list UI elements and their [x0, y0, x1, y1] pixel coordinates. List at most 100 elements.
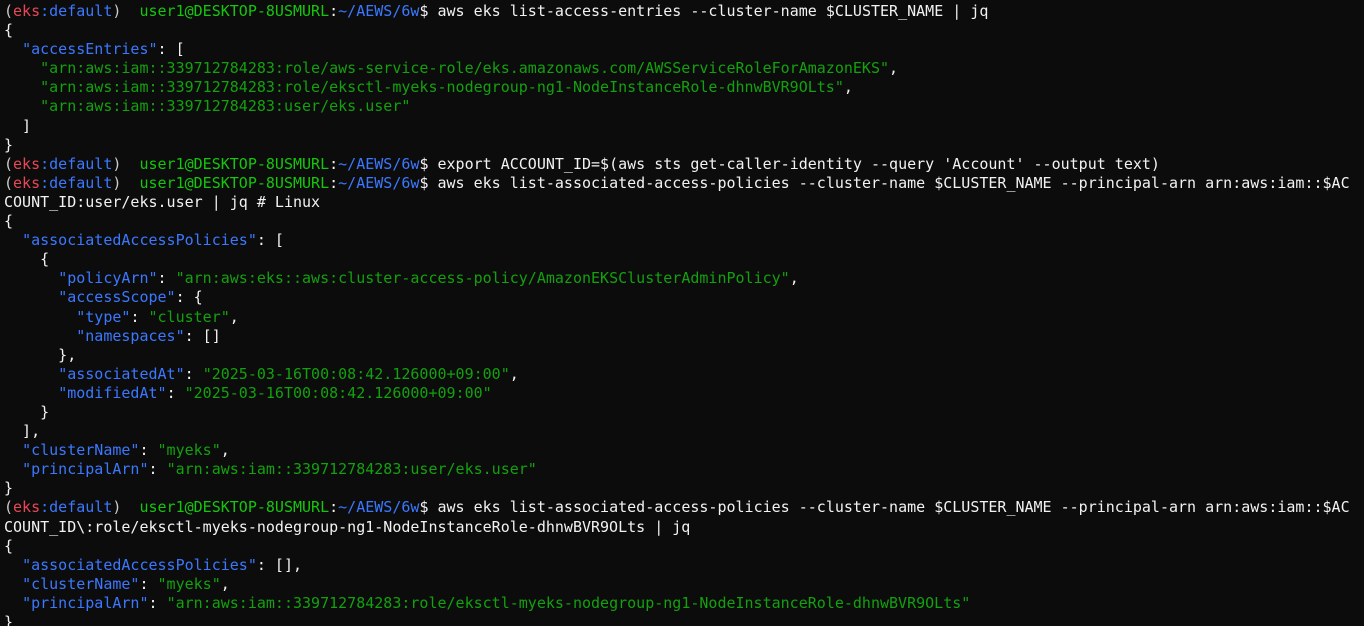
- prompt-user-host: user1@DESKTOP-8USMURL: [139, 173, 330, 192]
- json-punctuation: ],: [4, 422, 41, 441]
- json-string-value: "arn:aws:iam::339712784283:role/eksctl-m…: [40, 78, 844, 97]
- prompt-path: ~/AEWS/6w: [338, 2, 420, 20]
- json-key: "policyArn": [58, 269, 158, 288]
- prompt-paren: ): [112, 173, 140, 192]
- json-punctuation: :: [184, 364, 203, 383]
- json-punctuation: [4, 97, 40, 115]
- output-line: "namespaces": []: [4, 327, 1364, 346]
- json-key: "accessEntries": [22, 40, 158, 59]
- json-punctuation: : [: [157, 40, 185, 59]
- json-key: "type": [76, 307, 131, 326]
- command-text: export ACCOUNT_ID=$(aws sts get-caller-i…: [437, 154, 1160, 173]
- prompt-paren: ): [112, 154, 140, 173]
- output-line: ]: [4, 117, 1364, 136]
- json-punctuation: ,: [889, 59, 899, 78]
- json-punctuation: : []: [184, 326, 221, 345]
- json-punctuation: : [: [256, 231, 284, 250]
- json-punctuation: [4, 556, 22, 574]
- json-punctuation: {: [4, 536, 14, 555]
- json-string-value: "cluster": [148, 307, 230, 326]
- output-line: "accessScope": {: [4, 288, 1364, 307]
- json-punctuation: [4, 231, 22, 249]
- json-string-value: "arn:aws:iam::339712784283:role/aws-serv…: [40, 59, 890, 78]
- prompt-env: eks: [13, 154, 41, 173]
- prompt-line: (eks:default) user1@DESKTOP-8USMURL:~/AE…: [4, 174, 1364, 193]
- prompt-symbol: $: [419, 498, 438, 517]
- json-punctuation: :: [139, 441, 158, 460]
- output-line: "arn:aws:iam::339712784283:user/eks.user…: [4, 97, 1364, 116]
- json-punctuation: [4, 365, 58, 383]
- json-punctuation: : [],: [256, 555, 303, 574]
- prompt-symbol: $: [419, 2, 438, 20]
- prompt-separator: :: [329, 498, 339, 517]
- prompt-env: eks: [13, 498, 41, 517]
- output-line: {: [4, 212, 1364, 231]
- json-punctuation: {: [4, 212, 14, 231]
- json-key: "associatedAt": [58, 364, 185, 383]
- prompt-line: (eks:default) user1@DESKTOP-8USMURL:~/AE…: [4, 2, 1364, 21]
- json-punctuation: }: [4, 613, 14, 626]
- terminal-window[interactable]: (eks:default) user1@DESKTOP-8USMURL:~/AE…: [0, 0, 1364, 626]
- json-punctuation: ,: [789, 269, 799, 288]
- json-punctuation: :: [139, 574, 158, 593]
- output-line: "arn:aws:iam::339712784283:role/eksctl-m…: [4, 78, 1364, 97]
- prompt-line: (eks:default) user1@DESKTOP-8USMURL:~/AE…: [4, 498, 1364, 517]
- output-line: "clusterName": "myeks",: [4, 441, 1364, 460]
- prompt-path: ~/AEWS/6w: [338, 173, 420, 192]
- prompt-symbol: $: [419, 173, 438, 192]
- json-punctuation: ,: [229, 307, 239, 326]
- output-line: "principalArn": "arn:aws:iam::3397127842…: [4, 594, 1364, 613]
- json-punctuation: [4, 269, 58, 287]
- json-punctuation: [4, 59, 40, 77]
- json-key: "principalArn": [22, 460, 149, 479]
- json-key: "accessScope": [58, 288, 176, 307]
- json-punctuation: :: [166, 383, 185, 402]
- json-punctuation: }: [4, 479, 14, 498]
- prompt-path: ~/AEWS/6w: [338, 498, 420, 517]
- output-line: "type": "cluster",: [4, 308, 1364, 327]
- output-line: {: [4, 250, 1364, 269]
- json-punctuation: COUNT_ID:user/eks.user | jq # Linux: [4, 192, 321, 211]
- prompt-separator: :: [329, 2, 339, 20]
- json-string-value: "arn:aws:iam::339712784283:user/eks.user…: [166, 460, 537, 479]
- output-line: "accessEntries": [: [4, 40, 1364, 59]
- output-line: "arn:aws:iam::339712784283:role/aws-serv…: [4, 59, 1364, 78]
- json-punctuation: [4, 384, 58, 402]
- json-punctuation: ]: [4, 116, 32, 135]
- prompt-user-host: user1@DESKTOP-8USMURL: [139, 2, 330, 20]
- output-line: "principalArn": "arn:aws:iam::3397127842…: [4, 460, 1364, 479]
- prompt-env-name: :default: [40, 2, 113, 20]
- prompt-path: ~/AEWS/6w: [338, 154, 420, 173]
- json-string-value: "2025-03-16T00:08:42.126000+09:00": [202, 364, 510, 383]
- prompt-paren: (: [4, 498, 14, 517]
- json-punctuation: ,: [843, 78, 853, 97]
- json-key: "principalArn": [22, 593, 149, 612]
- output-line: "associatedAt": "2025-03-16T00:08:42.126…: [4, 365, 1364, 384]
- json-key: "modifiedAt": [58, 383, 167, 402]
- output-line: COUNT_ID:user/eks.user | jq # Linux: [4, 193, 1364, 212]
- json-punctuation: [4, 594, 22, 612]
- json-key: "clusterName": [22, 574, 140, 593]
- command-text: aws eks list-access-entries --cluster-na…: [437, 2, 989, 20]
- prompt-user-host: user1@DESKTOP-8USMURL: [139, 154, 330, 173]
- json-punctuation: COUNT_ID\:role/eksctl-myeks-nodegroup-ng…: [4, 517, 691, 536]
- json-string-value: "arn:aws:eks::aws:cluster-access-policy/…: [175, 269, 790, 288]
- json-string-value: "2025-03-16T00:08:42.126000+09:00": [184, 383, 492, 402]
- json-key: "namespaces": [76, 326, 185, 345]
- json-punctuation: : {: [175, 288, 203, 307]
- json-punctuation: ,: [220, 574, 230, 593]
- json-punctuation: :: [130, 307, 149, 326]
- json-punctuation: [4, 288, 58, 306]
- json-punctuation: ,: [220, 441, 230, 460]
- output-line: }: [4, 479, 1364, 498]
- prompt-line: (eks:default) user1@DESKTOP-8USMURL:~/AE…: [4, 155, 1364, 174]
- json-punctuation: {: [4, 21, 14, 40]
- json-punctuation: [4, 575, 22, 593]
- prompt-paren: (: [4, 2, 14, 20]
- prompt-env: eks: [13, 173, 41, 192]
- json-punctuation: :: [148, 460, 167, 479]
- json-string-value: "arn:aws:iam::339712784283:user/eks.user…: [40, 97, 411, 116]
- prompt-user-host: user1@DESKTOP-8USMURL: [139, 498, 330, 517]
- output-line: }: [4, 403, 1364, 422]
- json-punctuation: [4, 78, 40, 96]
